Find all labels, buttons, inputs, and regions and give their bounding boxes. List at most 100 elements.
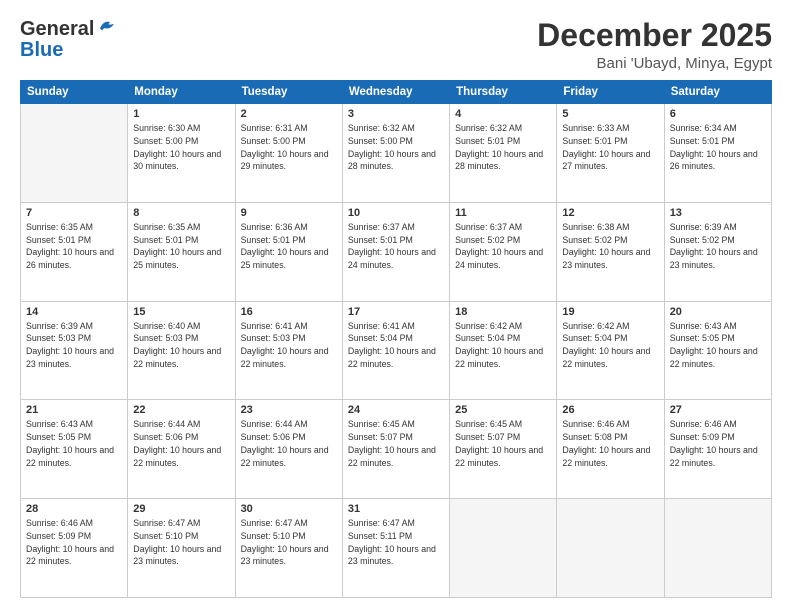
day-info: Sunrise: 6:39 AMSunset: 5:02 PMDaylight:… bbox=[670, 221, 766, 272]
calendar-cell: 9Sunrise: 6:36 AMSunset: 5:01 PMDaylight… bbox=[235, 202, 342, 301]
calendar-cell: 13Sunrise: 6:39 AMSunset: 5:02 PMDayligh… bbox=[664, 202, 771, 301]
day-info: Sunrise: 6:47 AMSunset: 5:10 PMDaylight:… bbox=[133, 517, 229, 568]
month-title: December 2025 bbox=[537, 18, 772, 53]
day-number: 16 bbox=[241, 306, 337, 318]
day-number: 10 bbox=[348, 207, 444, 219]
calendar-cell bbox=[450, 499, 557, 598]
day-number: 24 bbox=[348, 404, 444, 416]
calendar-cell: 31 Sunrise: 6:47 AMSunset: 5:11 PMDayligh… bbox=[342, 499, 449, 598]
calendar-cell bbox=[557, 499, 664, 598]
calendar-cell: 21Sunrise: 6:43 AMSunset: 5:05 PMDayligh… bbox=[21, 400, 128, 499]
calendar-cell: 29 Sunrise: 6:47 AMSunset: 5:10 PMDayligh… bbox=[128, 499, 235, 598]
calendar-cell bbox=[664, 499, 771, 598]
calendar-cell: 16 Sunrise: 6:41 AMSunset: 5:03 PMDayligh… bbox=[235, 301, 342, 400]
day-info: Sunrise: 6:31 AMSunset: 5:00 PMDaylight:… bbox=[241, 122, 337, 173]
header-thursday: Thursday bbox=[450, 81, 557, 104]
logo: General Blue bbox=[20, 18, 118, 62]
weekday-header-row: Sunday Monday Tuesday Wednesday Thursday… bbox=[21, 81, 772, 104]
day-info: Sunrise: 6:32 AMSunset: 5:01 PMDaylight:… bbox=[455, 122, 551, 173]
calendar-cell: 19 Sunrise: 6:42 AMSunset: 5:04 PMDayligh… bbox=[557, 301, 664, 400]
day-info: Sunrise: 6:41 AMSunset: 5:04 PMDaylight:… bbox=[348, 320, 444, 371]
calendar-week-1: 7Sunrise: 6:35 AMSunset: 5:01 PMDaylight… bbox=[21, 202, 772, 301]
header: General Blue December 2025 Bani 'Ubayd, … bbox=[20, 18, 772, 72]
title-section: December 2025 Bani 'Ubayd, Minya, Egypt bbox=[537, 18, 772, 72]
calendar-table: Sunday Monday Tuesday Wednesday Thursday… bbox=[20, 80, 772, 598]
day-number: 14 bbox=[26, 306, 122, 318]
calendar-cell: 28Sunrise: 6:46 AMSunset: 5:09 PMDayligh… bbox=[21, 499, 128, 598]
day-number: 6 bbox=[670, 108, 766, 120]
calendar-cell: 7Sunrise: 6:35 AMSunset: 5:01 PMDaylight… bbox=[21, 202, 128, 301]
day-number: 29 bbox=[133, 503, 229, 515]
header-monday: Monday bbox=[128, 81, 235, 104]
day-number: 12 bbox=[562, 207, 658, 219]
day-number: 11 bbox=[455, 207, 551, 219]
calendar-cell: 1 Sunrise: 6:30 AMSunset: 5:00 PMDaylight… bbox=[128, 104, 235, 203]
day-number: 26 bbox=[562, 404, 658, 416]
calendar-cell: 3Sunrise: 6:32 AMSunset: 5:00 PMDaylight… bbox=[342, 104, 449, 203]
calendar-week-0: 1 Sunrise: 6:30 AMSunset: 5:00 PMDaylight… bbox=[21, 104, 772, 203]
calendar-cell: 5Sunrise: 6:33 AMSunset: 5:01 PMDaylight… bbox=[557, 104, 664, 203]
header-friday: Friday bbox=[557, 81, 664, 104]
calendar-page: General Blue December 2025 Bani 'Ubayd, … bbox=[0, 0, 792, 612]
calendar-cell: 20Sunrise: 6:43 AMSunset: 5:05 PMDayligh… bbox=[664, 301, 771, 400]
day-number: 8 bbox=[133, 207, 229, 219]
calendar-cell: 24Sunrise: 6:45 AMSunset: 5:07 PMDayligh… bbox=[342, 400, 449, 499]
logo-blue-text: Blue bbox=[20, 39, 118, 62]
logo-general-text: General bbox=[20, 18, 94, 41]
day-info: Sunrise: 6:47 AMSunset: 5:11 PMDaylight:… bbox=[348, 517, 444, 568]
day-number: 18 bbox=[455, 306, 551, 318]
day-info: Sunrise: 6:46 AMSunset: 5:09 PMDaylight:… bbox=[26, 517, 122, 568]
location-title: Bani 'Ubayd, Minya, Egypt bbox=[537, 55, 772, 72]
calendar-week-2: 14 Sunrise: 6:39 AMSunset: 5:03 PMDayligh… bbox=[21, 301, 772, 400]
calendar-cell: 2 Sunrise: 6:31 AMSunset: 5:00 PMDaylight… bbox=[235, 104, 342, 203]
calendar-cell: 15Sunrise: 6:40 AMSunset: 5:03 PMDayligh… bbox=[128, 301, 235, 400]
day-number: 20 bbox=[670, 306, 766, 318]
day-number: 31 bbox=[348, 503, 444, 515]
day-info: Sunrise: 6:47 AMSunset: 5:10 PMDaylight:… bbox=[241, 517, 337, 568]
day-info: Sunrise: 6:46 AMSunset: 5:08 PMDaylight:… bbox=[562, 418, 658, 469]
day-info: Sunrise: 6:30 AMSunset: 5:00 PMDaylight:… bbox=[133, 122, 229, 173]
calendar-cell: 25Sunrise: 6:45 AMSunset: 5:07 PMDayligh… bbox=[450, 400, 557, 499]
calendar-cell: 23Sunrise: 6:44 AMSunset: 5:06 PMDayligh… bbox=[235, 400, 342, 499]
calendar-cell: 12 Sunrise: 6:38 AMSunset: 5:02 PMDayligh… bbox=[557, 202, 664, 301]
day-info: Sunrise: 6:37 AMSunset: 5:02 PMDaylight:… bbox=[455, 221, 551, 272]
day-info: Sunrise: 6:37 AMSunset: 5:01 PMDaylight:… bbox=[348, 221, 444, 272]
calendar-cell: 4 Sunrise: 6:32 AMSunset: 5:01 PMDaylight… bbox=[450, 104, 557, 203]
day-number: 22 bbox=[133, 404, 229, 416]
day-info: Sunrise: 6:32 AMSunset: 5:00 PMDaylight:… bbox=[348, 122, 444, 173]
day-info: Sunrise: 6:39 AMSunset: 5:03 PMDaylight:… bbox=[26, 320, 122, 371]
day-info: Sunrise: 6:42 AMSunset: 5:04 PMDaylight:… bbox=[455, 320, 551, 371]
day-info: Sunrise: 6:44 AMSunset: 5:06 PMDaylight:… bbox=[241, 418, 337, 469]
calendar-cell: 18 Sunrise: 6:42 AMSunset: 5:04 PMDayligh… bbox=[450, 301, 557, 400]
day-number: 2 bbox=[241, 108, 337, 120]
calendar-cell: 30Sunrise: 6:47 AMSunset: 5:10 PMDayligh… bbox=[235, 499, 342, 598]
header-wednesday: Wednesday bbox=[342, 81, 449, 104]
calendar-week-4: 28Sunrise: 6:46 AMSunset: 5:09 PMDayligh… bbox=[21, 499, 772, 598]
day-info: Sunrise: 6:45 AMSunset: 5:07 PMDaylight:… bbox=[455, 418, 551, 469]
day-info: Sunrise: 6:42 AMSunset: 5:04 PMDaylight:… bbox=[562, 320, 658, 371]
calendar-week-3: 21Sunrise: 6:43 AMSunset: 5:05 PMDayligh… bbox=[21, 400, 772, 499]
day-number: 19 bbox=[562, 306, 658, 318]
calendar-cell: 14 Sunrise: 6:39 AMSunset: 5:03 PMDayligh… bbox=[21, 301, 128, 400]
day-info: Sunrise: 6:33 AMSunset: 5:01 PMDaylight:… bbox=[562, 122, 658, 173]
day-number: 1 bbox=[133, 108, 229, 120]
calendar-cell: 27Sunrise: 6:46 AMSunset: 5:09 PMDayligh… bbox=[664, 400, 771, 499]
header-saturday: Saturday bbox=[664, 81, 771, 104]
calendar-cell: 8Sunrise: 6:35 AMSunset: 5:01 PMDaylight… bbox=[128, 202, 235, 301]
calendar-cell: 26 Sunrise: 6:46 AMSunset: 5:08 PMDayligh… bbox=[557, 400, 664, 499]
header-sunday: Sunday bbox=[21, 81, 128, 104]
day-number: 17 bbox=[348, 306, 444, 318]
calendar-cell: 22 Sunrise: 6:44 AMSunset: 5:06 PMDayligh… bbox=[128, 400, 235, 499]
day-info: Sunrise: 6:46 AMSunset: 5:09 PMDaylight:… bbox=[670, 418, 766, 469]
day-info: Sunrise: 6:34 AMSunset: 5:01 PMDaylight:… bbox=[670, 122, 766, 173]
day-number: 4 bbox=[455, 108, 551, 120]
calendar-cell: 17 Sunrise: 6:41 AMSunset: 5:04 PMDayligh… bbox=[342, 301, 449, 400]
calendar-cell bbox=[21, 104, 128, 203]
logo-bird-icon bbox=[96, 18, 118, 36]
day-info: Sunrise: 6:38 AMSunset: 5:02 PMDaylight:… bbox=[562, 221, 658, 272]
day-number: 21 bbox=[26, 404, 122, 416]
day-info: Sunrise: 6:44 AMSunset: 5:06 PMDaylight:… bbox=[133, 418, 229, 469]
calendar-cell: 6 Sunrise: 6:34 AMSunset: 5:01 PMDaylight… bbox=[664, 104, 771, 203]
day-info: Sunrise: 6:41 AMSunset: 5:03 PMDaylight:… bbox=[241, 320, 337, 371]
day-number: 7 bbox=[26, 207, 122, 219]
